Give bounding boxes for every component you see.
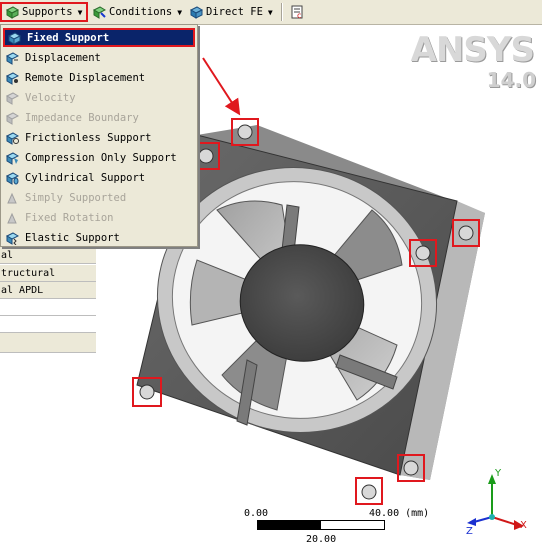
menu-item-impedance-boundary: Impedance Boundary <box>3 108 195 127</box>
scale-mid-label: 20.00 <box>306 534 337 545</box>
triad-x-axis <box>491 516 518 526</box>
fixed-rotation-icon <box>7 212 17 223</box>
menu-item-elastic-support[interactable]: Elastic Support <box>3 228 195 247</box>
menu-item-cylindrical-support[interactable]: Cylindrical Support <box>3 168 195 187</box>
direct-fe-icon <box>189 6 203 19</box>
menu-item-label: Cylindrical Support <box>25 171 146 184</box>
commands-icon: c <box>291 5 303 19</box>
fixed-support-icon <box>7 31 21 45</box>
menu-item-fixed-rotation: Fixed Rotation <box>3 208 195 227</box>
menu-item-fixed-support[interactable]: Fixed Support <box>3 28 195 47</box>
left-pane-row-label: al APDL <box>1 285 44 296</box>
left-pane-row-label: tructural <box>1 268 56 279</box>
left-pane-row-label: al <box>1 250 14 261</box>
left-pane-row <box>0 333 96 353</box>
direct-fe-label: Direct FE <box>206 6 263 18</box>
logo-version: 14.0 <box>486 68 536 92</box>
elastic-support-icon <box>5 231 19 245</box>
menu-item-label: Impedance Boundary <box>25 111 139 124</box>
supports-label: Supports <box>22 6 73 18</box>
direct-fe-dropdown-button[interactable]: Direct FE ▼ <box>186 2 276 22</box>
velocity-icon <box>5 91 19 105</box>
menu-item-label: Velocity <box>25 91 76 104</box>
conditions-label: Conditions <box>109 6 173 18</box>
menu-item-label: Remote Displacement <box>25 71 146 84</box>
triad-x-label: X <box>520 520 527 531</box>
scale-bar <box>257 520 385 530</box>
triad-z-label: Z <box>466 526 473 537</box>
simply-supported-icon <box>7 192 17 203</box>
supports-icon <box>5 6 19 19</box>
impedance-boundary-icon <box>5 111 19 125</box>
supports-menu: Fixed Support Displacement Remote Displa… <box>0 24 198 247</box>
menu-item-velocity: Velocity <box>3 88 195 107</box>
context-toolbar: Supports ▼ Conditions ▼ Direct FE ▼ c <box>0 0 542 25</box>
supports-dropdown-button[interactable]: Supports ▼ <box>0 2 88 22</box>
chevron-down-icon: ▼ <box>267 7 273 17</box>
logo-brand: ANSYS <box>410 30 535 70</box>
commands-button[interactable]: c <box>287 2 309 22</box>
menu-item-frictionless-support[interactable]: Frictionless Support <box>3 128 195 147</box>
left-pane-row[interactable] <box>0 316 96 333</box>
menu-item-label: Elastic Support <box>25 231 120 244</box>
svg-text:c: c <box>297 11 301 19</box>
menu-item-label: Fixed Rotation <box>25 211 114 224</box>
left-pane-row[interactable]: al <box>0 247 96 264</box>
menu-item-label: Simply Supported <box>25 191 127 204</box>
remote-displacement-icon <box>5 71 19 85</box>
menu-item-label: Compression Only Support <box>25 151 177 164</box>
menu-item-label: Fixed Support <box>27 31 110 44</box>
displacement-icon <box>5 51 19 65</box>
triad-y-label: Y <box>494 468 502 479</box>
frictionless-support-icon <box>5 131 19 145</box>
toolbar-separator <box>281 3 283 21</box>
coordinate-triad: Y X Z <box>466 468 527 537</box>
menu-item-compression-only-support[interactable]: Compression Only Support <box>3 148 195 167</box>
left-pane-row[interactable] <box>0 299 96 316</box>
menu-item-remote-displacement[interactable]: Remote Displacement <box>3 68 195 87</box>
compression-only-support-icon <box>5 151 19 165</box>
scale-end-label: 40.00 (mm) <box>369 508 430 519</box>
scale-start-label: 0.00 <box>244 508 269 519</box>
menu-item-simply-supported: Simply Supported <box>3 188 195 207</box>
left-pane-row[interactable]: al APDL <box>0 282 96 299</box>
conditions-dropdown-button[interactable]: Conditions ▼ <box>89 2 184 22</box>
menu-item-label: Displacement <box>25 51 101 64</box>
scale-bar-fill <box>258 521 321 529</box>
chevron-down-icon: ▼ <box>177 7 183 17</box>
conditions-icon <box>92 6 106 19</box>
left-pane-row[interactable]: tructural <box>0 265 96 282</box>
chevron-down-icon: ▼ <box>77 7 83 17</box>
menu-item-label: Frictionless Support <box>25 131 152 144</box>
ansys-logo: ANSYS 14.0 <box>405 30 540 92</box>
menu-item-displacement[interactable]: Displacement <box>3 48 195 67</box>
cylindrical-support-icon <box>5 171 19 185</box>
